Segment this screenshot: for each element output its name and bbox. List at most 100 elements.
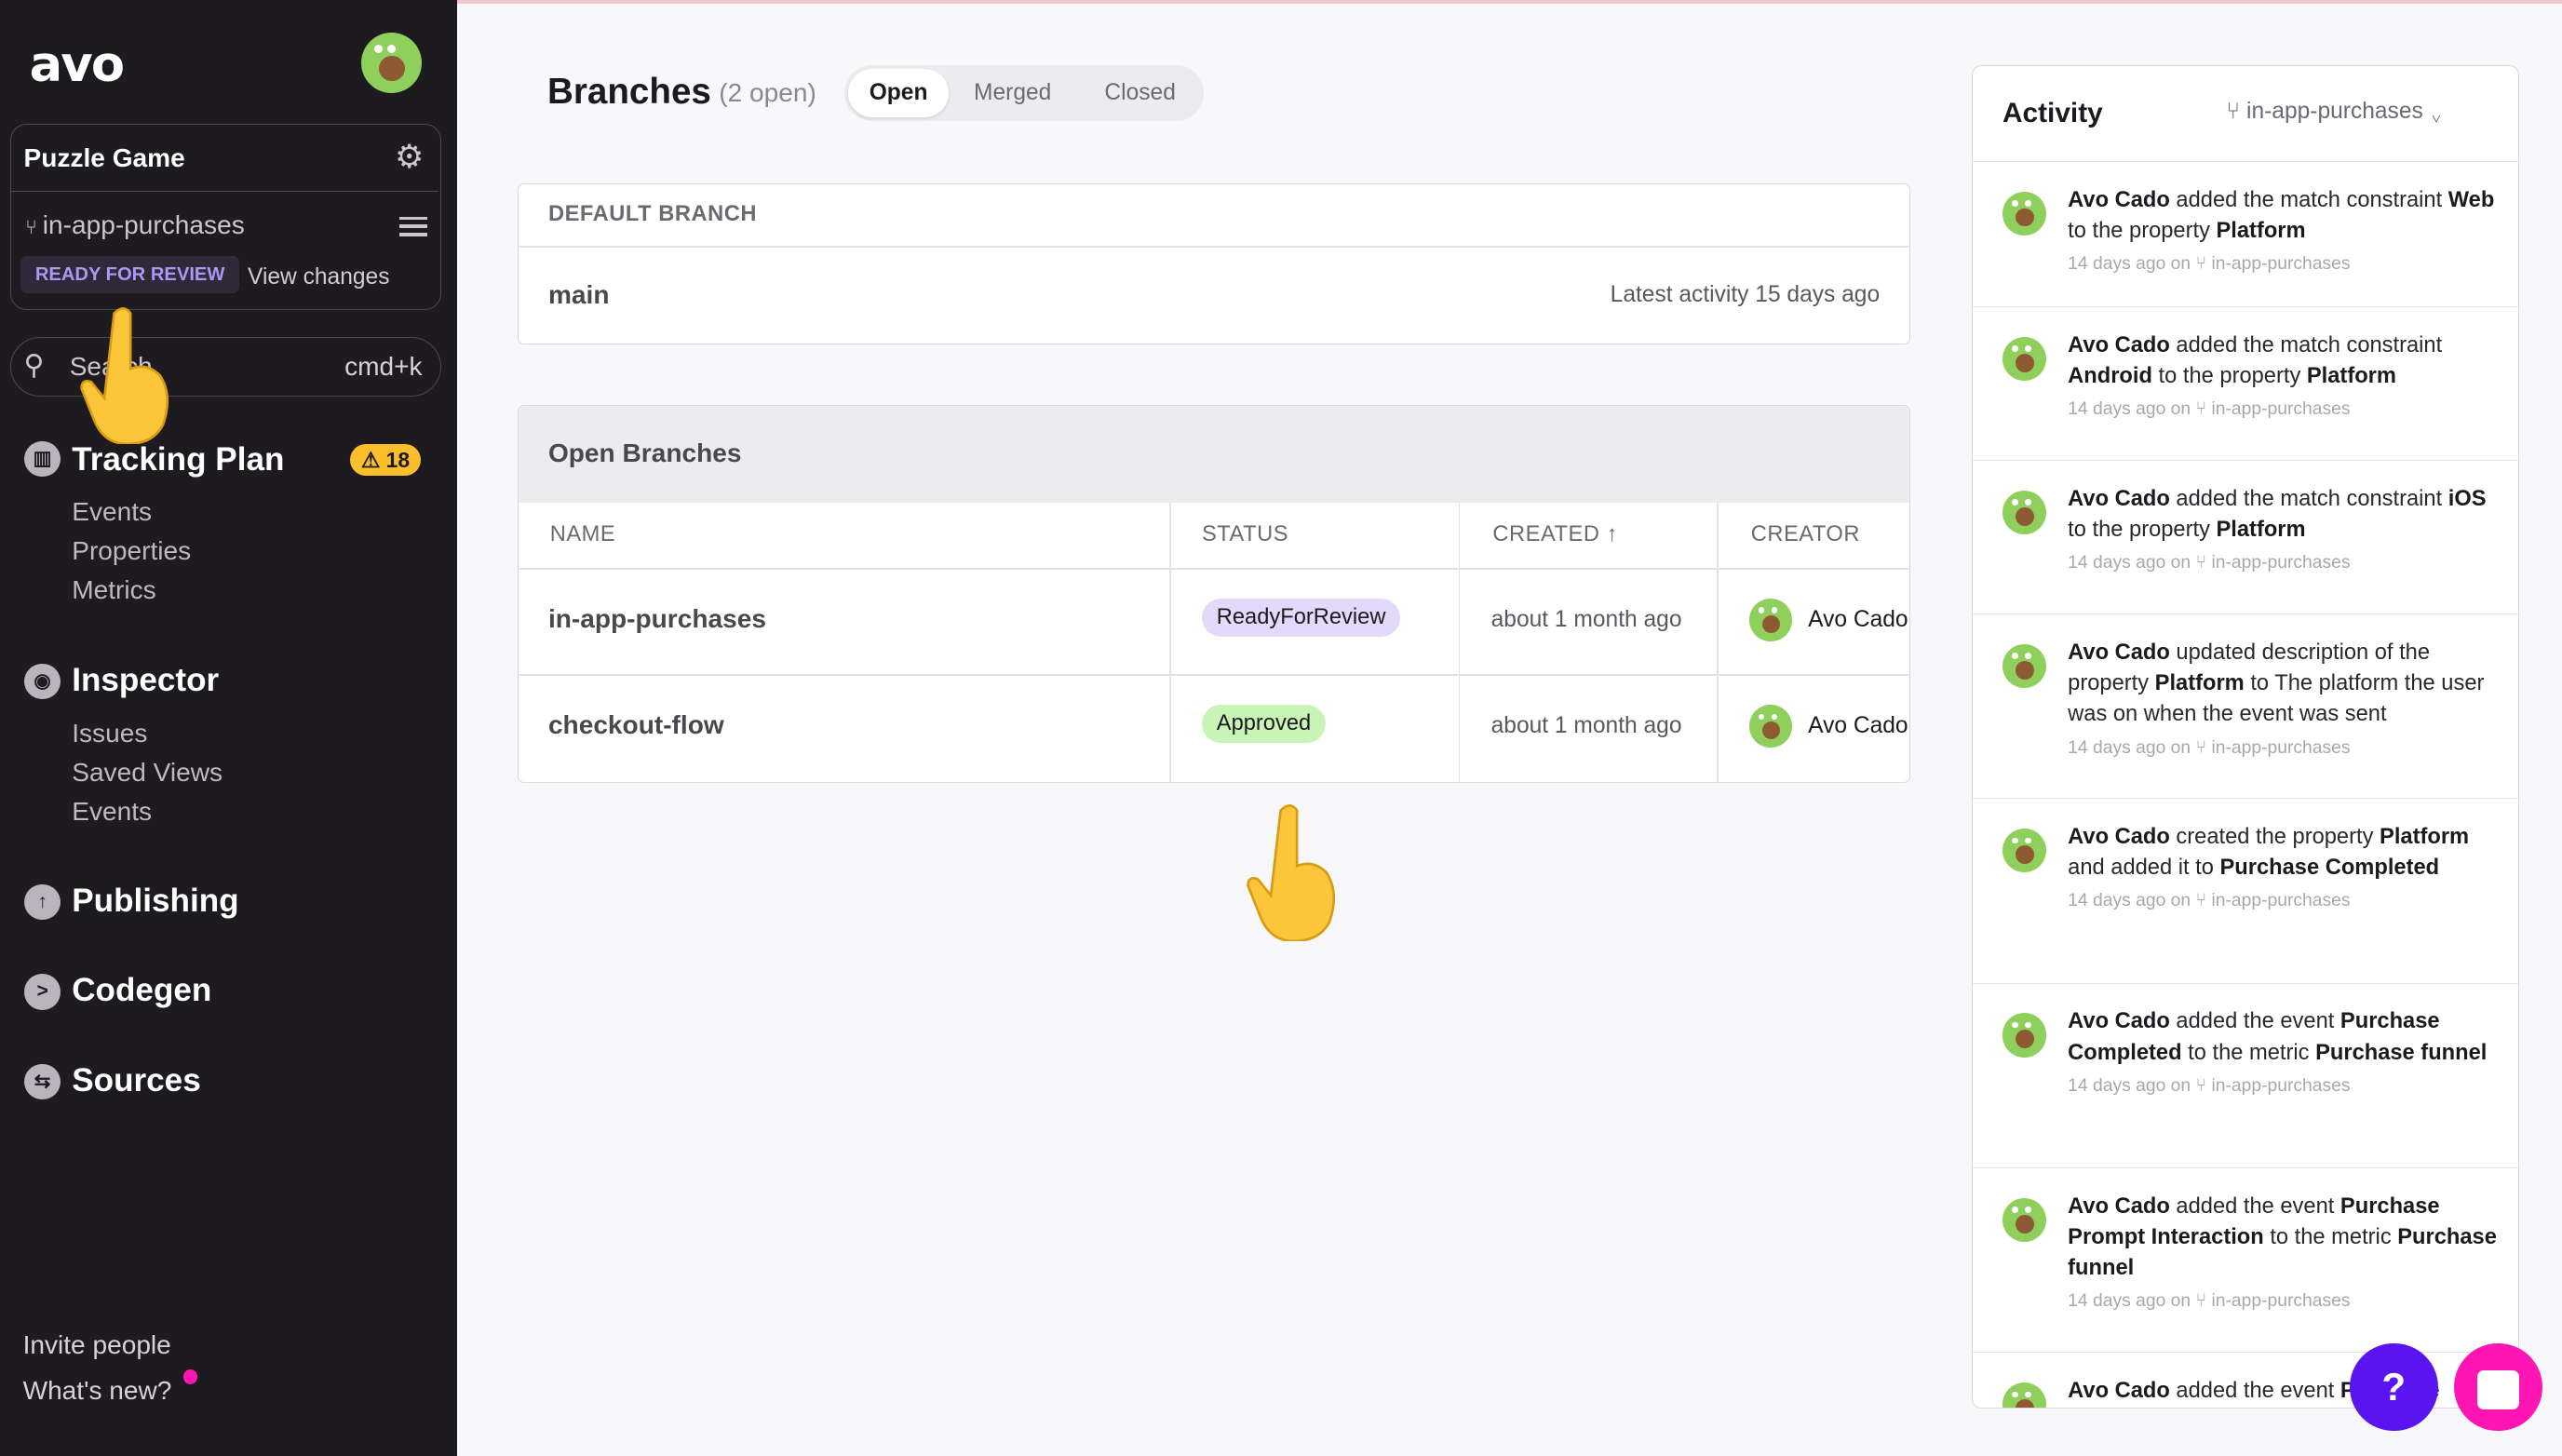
whats-new-link[interactable]: What's new? — [23, 1376, 172, 1406]
nav-codegen[interactable]: Codegen — [72, 972, 211, 1009]
nav-inspector[interactable]: Inspector — [72, 662, 219, 699]
activity-item: Avo Cado added the match constraint Andr… — [1973, 306, 2519, 460]
chat-button[interactable] — [2454, 1342, 2542, 1432]
view-changes-link[interactable]: View changes — [248, 264, 389, 290]
invite-people-link[interactable]: Invite people — [23, 1330, 171, 1360]
map-icon: ▥ — [24, 440, 61, 478]
activity-entity: Platform — [2216, 518, 2306, 543]
activity-item: Avo Cado added the event Purchase Prompt… — [1973, 1167, 2519, 1352]
open-branches-table: Open Branches NAME STATUS CREATED ↑ CREA… — [518, 405, 1910, 783]
branch-icon: ⑂ — [2226, 99, 2246, 125]
activity-text: and added it to — [2068, 856, 2220, 881]
activity-title: Activity — [2002, 97, 2103, 128]
activity-text: to the property — [2151, 364, 2307, 389]
activity-branch-select[interactable]: ⑂ in-app-purchases ⌄ — [2226, 99, 2443, 125]
nav-events[interactable]: Events — [72, 497, 152, 527]
activity-entity: iOS — [2447, 486, 2487, 511]
activity-entity: Avo Cado — [2068, 640, 2170, 665]
tab-merged[interactable]: Merged — [974, 80, 1051, 106]
activity-meta: 14 days ago on ⑂ in-app-purchases — [2068, 737, 2351, 758]
creator-avatar — [1748, 599, 1792, 641]
nav-metrics[interactable]: Metrics — [72, 575, 155, 605]
creator-avatar — [1748, 705, 1792, 748]
divider — [10, 190, 439, 193]
workspace-name[interactable]: Puzzle Game — [24, 143, 185, 173]
default-branch-card: DEFAULT BRANCH main Latest activity 15 d… — [518, 182, 1910, 345]
actor-avatar — [2002, 490, 2047, 535]
inspector-icon: ◉ — [24, 663, 61, 700]
activity-meta: 14 days ago on ⑂ in-app-purchases — [2068, 399, 2351, 420]
activity-text: added the event — [2169, 1009, 2340, 1034]
col-status[interactable]: STATUS — [1202, 522, 1288, 547]
col-creator[interactable]: CREATOR — [1751, 522, 1860, 547]
divider — [519, 246, 1909, 248]
search-shortcut: cmd+k — [344, 352, 423, 382]
activity-panel: Activity ⑂ in-app-purchases ⌄ Avo Cado a… — [1972, 65, 2520, 1409]
activity-item: Avo Cado updated description of the prop… — [1973, 613, 2519, 798]
warning-badge[interactable]: ⚠ 18 — [349, 444, 422, 477]
branch-status-badge[interactable]: READY FOR REVIEW — [20, 255, 240, 294]
nav-tracking-plan[interactable]: Tracking Plan — [72, 441, 284, 479]
tab-closed[interactable]: Closed — [1104, 80, 1175, 106]
actor-avatar — [2002, 1013, 2047, 1058]
activity-entity: Web — [2447, 187, 2495, 212]
nav-saved-views[interactable]: Saved Views — [72, 758, 222, 788]
activity-text: added the match constraint — [2169, 332, 2443, 357]
col-divider — [1716, 502, 1719, 782]
activity-text: to the property — [2068, 218, 2217, 243]
nav-inspector-events[interactable]: Events — [72, 797, 152, 827]
workspace-box: Puzzle Game ⚙ ⑂ in-app-purchases READY F… — [9, 124, 441, 311]
page-title: Branches — [546, 72, 711, 113]
default-branch-activity: Latest activity 15 days ago — [1610, 281, 1881, 307]
col-divider — [1458, 502, 1461, 782]
nav-properties[interactable]: Properties — [72, 536, 191, 566]
chevron-down-icon: ⌄ — [2422, 99, 2444, 125]
avo-logo[interactable]: avo — [30, 36, 126, 93]
gear-icon[interactable]: ⚙ — [395, 138, 424, 176]
activity-text: to the metric — [2263, 1225, 2398, 1250]
user-avatar[interactable] — [360, 33, 422, 94]
branch-name[interactable]: checkout-flow — [548, 710, 724, 740]
actor-avatar — [2002, 643, 2047, 689]
help-button[interactable]: ? — [2349, 1342, 2438, 1432]
sidebar: avo Puzzle Game ⚙ ⑂ in-app-purchases REA… — [0, 0, 458, 1456]
nav-sources[interactable]: Sources — [72, 1062, 201, 1099]
actor-avatar — [2002, 1382, 2047, 1408]
col-name[interactable]: NAME — [550, 522, 616, 547]
table-row[interactable]: in-app-purchases ReadyForReview about 1 … — [519, 568, 1908, 674]
actor-avatar — [2002, 829, 2047, 873]
actor-avatar — [2002, 191, 2047, 236]
menu-icon[interactable] — [399, 211, 428, 241]
activity-entity: Avo Cado — [2068, 332, 2170, 357]
activity-entity: Platform — [2380, 825, 2470, 850]
search-icon: ⚲ — [23, 349, 45, 381]
nav-issues[interactable]: Issues — [72, 719, 147, 748]
activity-text: added the event — [2169, 1193, 2340, 1219]
status-badge: Approved — [1201, 705, 1326, 744]
activity-text: added the event — [2169, 1379, 2340, 1404]
sort-up-icon: ↑ — [1599, 521, 1618, 546]
sources-icon: ⇆ — [24, 1063, 61, 1100]
activity-entity: Platform — [2154, 671, 2245, 696]
activity-entity: Platform — [2216, 218, 2306, 243]
branch-name[interactable]: in-app-purchases — [548, 604, 766, 634]
activity-entity: Android — [2068, 364, 2152, 389]
search-input[interactable]: ⚲ Search cmd+k — [9, 336, 441, 398]
branch-filter-tabs: Open Merged Closed — [844, 65, 1205, 121]
open-branches-title: Open Branches — [547, 438, 742, 468]
actor-avatar — [2002, 336, 2047, 382]
activity-item: Avo Cado added the match constraint iOS … — [1973, 460, 2519, 613]
pointer-hand-cursor — [1247, 803, 1336, 941]
activity-entity: Avo Cado — [2068, 187, 2170, 212]
tab-open[interactable]: Open — [847, 68, 950, 118]
current-branch[interactable]: ⑂ in-app-purchases — [25, 210, 244, 240]
branch-name: in-app-purchases — [42, 209, 245, 239]
default-branch-name[interactable]: main — [548, 280, 610, 310]
nav-publishing[interactable]: Publishing — [72, 883, 238, 920]
table-row[interactable]: checkout-flow Approved about 1 month ago… — [519, 674, 1908, 780]
created-date: about 1 month ago — [1490, 607, 1682, 633]
col-created[interactable]: CREATED ↑ — [1492, 522, 1618, 547]
activity-entity: Avo Cado — [2068, 486, 2170, 511]
chat-icon — [2476, 1369, 2520, 1409]
default-branch-header: DEFAULT BRANCH — [547, 201, 757, 226]
